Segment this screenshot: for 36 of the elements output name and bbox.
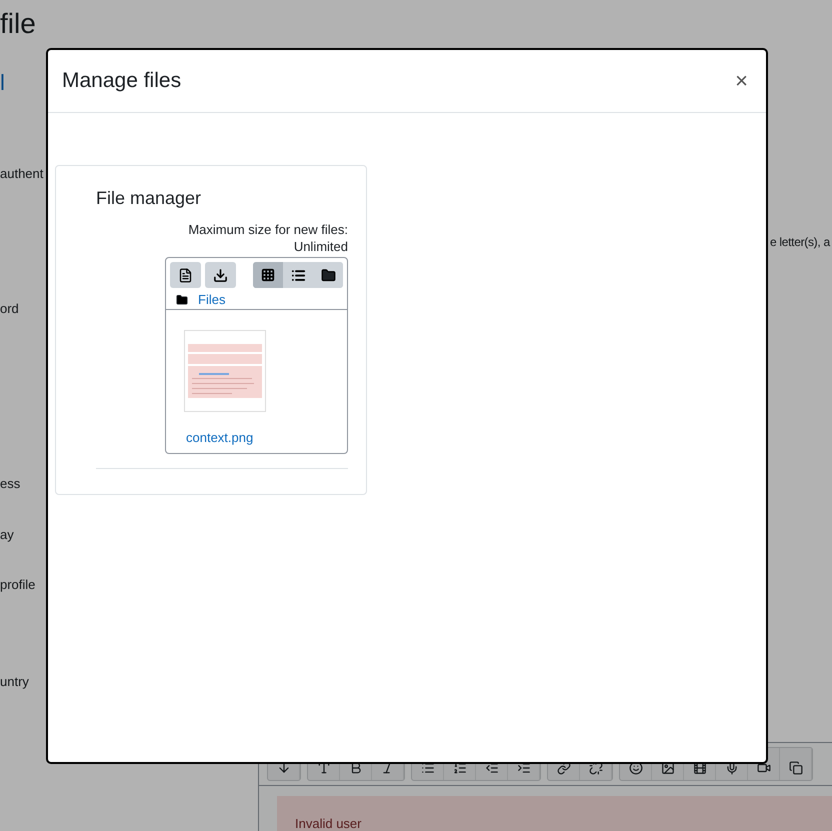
help-text: e letter(s), a [770, 235, 830, 249]
max-size-label: Maximum size for new files: [187, 221, 348, 238]
field-label: ess [0, 476, 20, 491]
page-link[interactable]: l [0, 70, 5, 96]
list-icon [290, 268, 306, 282]
grid-icon [261, 268, 275, 282]
folder-icon [176, 294, 188, 306]
section-title: File manager [96, 188, 202, 209]
field-label: untry [0, 674, 29, 689]
add-file-button[interactable] [170, 262, 201, 288]
copy-icon [788, 761, 802, 775]
error-alert: Invalid user [277, 796, 832, 831]
outdent-icon [484, 761, 498, 775]
field-label: authent [0, 166, 44, 181]
page-title: file [0, 8, 37, 40]
folder-icon [320, 268, 336, 282]
image-icon [660, 761, 674, 775]
unlink-icon [588, 761, 602, 775]
bullet-list-icon [420, 761, 434, 775]
font-icon [316, 761, 330, 775]
file-link[interactable]: context.png [186, 430, 266, 445]
file-icon [178, 268, 193, 282]
download-button[interactable] [205, 262, 236, 288]
link-icon [556, 761, 570, 775]
film-icon [692, 761, 706, 775]
dialog-title: Manage files [62, 69, 182, 93]
max-size-value: Unlimited [292, 238, 348, 255]
view-button[interactable] [253, 262, 283, 288]
field-label: ay [0, 527, 14, 542]
field-label: ord [0, 301, 19, 316]
download-icon [213, 268, 228, 282]
close-button[interactable]: × [731, 68, 752, 94]
smiley-icon [628, 761, 642, 775]
video-icon [756, 761, 770, 775]
field-label: profile [0, 577, 36, 592]
path-link[interactable]: Files [198, 292, 226, 307]
